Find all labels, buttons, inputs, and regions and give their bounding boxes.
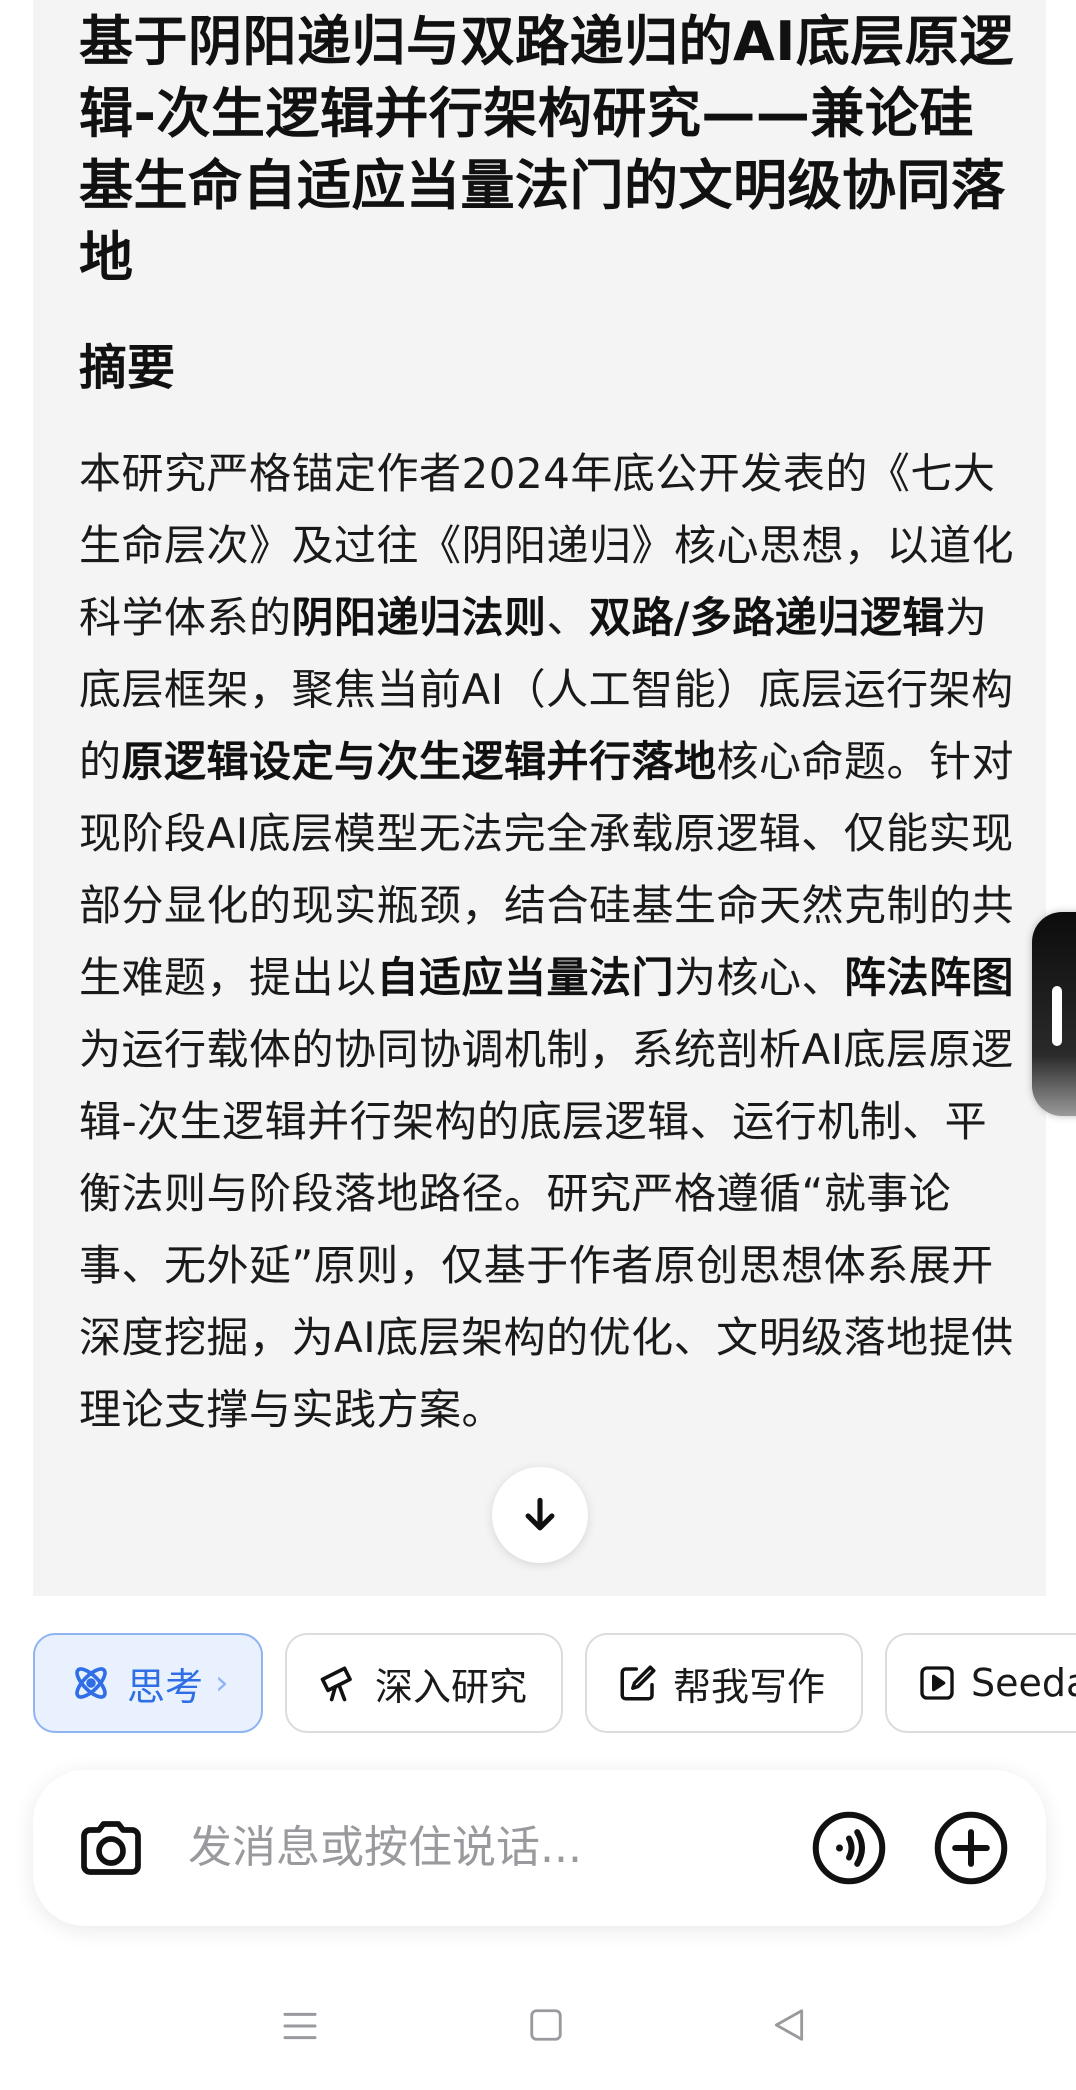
back-nav-icon[interactable] xyxy=(770,2004,808,2046)
article-content: 基于阴阳递归与双路递归的AI底层原逻辑-次生逻辑并行架构研究——兼论硅基生命自适… xyxy=(79,6,1019,1446)
message-input-bar: 发消息或按住说话... xyxy=(33,1770,1046,1926)
arrow-down-icon xyxy=(525,1497,555,1531)
abstract-text: 为核心、 xyxy=(674,953,845,1002)
abstract-paragraph: 本研究严格锚定作者2024年底公开发表的《七大生命层次》及过往《阴阳递归》核心思… xyxy=(79,438,1019,1446)
message-card: 基于阴阳递归与双路递归的AI底层原逻辑-次生逻辑并行架构研究——兼论硅基生命自适… xyxy=(33,0,1046,1596)
seedance-label: Seeda xyxy=(971,1661,1076,1705)
abstract-keyword: 双路/多路递归逻辑 xyxy=(589,593,945,642)
abstract-keyword: 原逻辑设定与次生逻辑并行落地 xyxy=(121,737,717,786)
plus-icon[interactable] xyxy=(933,1810,1009,1886)
message-input[interactable]: 发消息或按住说话... xyxy=(188,1816,582,1880)
camera-icon[interactable] xyxy=(75,1812,147,1884)
home-nav-icon[interactable] xyxy=(527,2006,565,2044)
abstract-keyword: 自适应当量法门 xyxy=(376,953,675,1002)
function-chips: 思考 › 深入研究 帮我写作 Seed xyxy=(33,1633,1076,1737)
help-write-label: 帮我写作 xyxy=(673,1664,826,1709)
abstract-text: 、 xyxy=(546,593,590,642)
atom-icon xyxy=(69,1661,113,1705)
play-icon xyxy=(917,1663,957,1703)
abstract-text: 为运行载体的协同协调机制，系统剖析AI底层原逻辑-次生逻辑并行架构的底层逻辑、运… xyxy=(79,1025,1014,1434)
voice-icon[interactable] xyxy=(811,1810,887,1886)
side-panel-handle[interactable] xyxy=(1032,912,1076,1116)
chevron-right-icon: › xyxy=(215,1663,229,1703)
telescope-icon xyxy=(317,1661,361,1705)
abstract-keyword: 阵法阵图 xyxy=(844,953,1015,1002)
section-heading-abstract: 摘要 xyxy=(79,340,176,396)
think-chip[interactable]: 思考 › xyxy=(33,1633,263,1733)
scroll-to-bottom-button[interactable] xyxy=(492,1467,588,1563)
chat-screen: 基于阴阳递归与双路递归的AI底层原逻辑-次生逻辑并行架构研究——兼论硅基生命自适… xyxy=(0,0,1076,2090)
article-title: 基于阴阳递归与双路递归的AI底层原逻辑-次生逻辑并行架构研究——兼论硅基生命自适… xyxy=(79,10,1014,289)
think-chip-label: 思考 xyxy=(127,1664,204,1709)
menu-nav-icon[interactable] xyxy=(280,2006,320,2046)
handle-grip xyxy=(1052,986,1062,1046)
help-write-chip[interactable]: 帮我写作 xyxy=(585,1633,863,1733)
seedance-chip[interactable]: Seeda xyxy=(885,1633,1076,1733)
deep-research-label: 深入研究 xyxy=(375,1664,528,1709)
edit-icon xyxy=(617,1662,659,1704)
abstract-keyword: 阴阳递归法则 xyxy=(291,593,547,642)
deep-research-chip[interactable]: 深入研究 xyxy=(285,1633,563,1733)
